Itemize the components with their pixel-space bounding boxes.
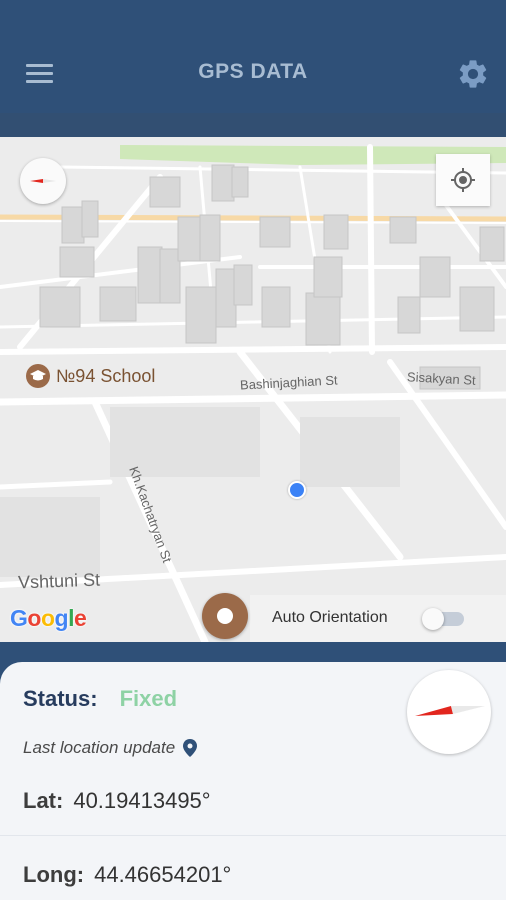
longitude-label: Long: xyxy=(23,862,85,887)
status-value: Fixed xyxy=(119,686,178,711)
auto-orientation-bar: Auto Orientation xyxy=(250,595,506,642)
page-title: GPS DATA xyxy=(198,60,308,83)
longitude-value: 44.46654201° xyxy=(94,862,232,887)
compass-widget[interactable] xyxy=(407,670,491,754)
poi-label: №94 School xyxy=(56,365,156,386)
auto-orientation-label: Auto Orientation xyxy=(272,609,388,626)
status-row: Status: Fixed xyxy=(23,686,177,712)
my-location-button[interactable] xyxy=(436,154,490,206)
school-icon xyxy=(26,364,50,388)
google-attribution: Google xyxy=(10,605,87,631)
app-bar-strip xyxy=(0,113,506,137)
latitude-row: Lat: 40.19413495° xyxy=(0,764,506,836)
map-poi-school[interactable]: №94 School xyxy=(26,364,155,388)
last-update-label: Last location update xyxy=(23,738,176,757)
auto-orientation-toggle[interactable] xyxy=(422,608,468,630)
location-pin-icon xyxy=(183,739,198,757)
status-label: Status: xyxy=(23,686,98,711)
user-location-dot xyxy=(288,481,306,499)
record-button[interactable] xyxy=(202,593,248,639)
longitude-row: Long: 44.46654201° xyxy=(0,838,506,900)
compass-needle-icon xyxy=(30,179,56,183)
map-compass-button[interactable] xyxy=(20,158,66,204)
latitude-label: Lat: xyxy=(23,788,64,813)
last-update-row: Last location update xyxy=(23,738,198,758)
app-bar: GPS DATA xyxy=(0,0,506,113)
crosshair-icon xyxy=(451,168,475,192)
gear-icon[interactable] xyxy=(456,57,490,91)
street-label-vshtuni: Vshtuni St xyxy=(17,569,101,593)
compass-needle-icon xyxy=(415,706,485,716)
map-view[interactable]: №94 School Bashinjaghian St Sisakyan St … xyxy=(0,137,506,642)
latitude-value: 40.19413495° xyxy=(73,788,211,813)
